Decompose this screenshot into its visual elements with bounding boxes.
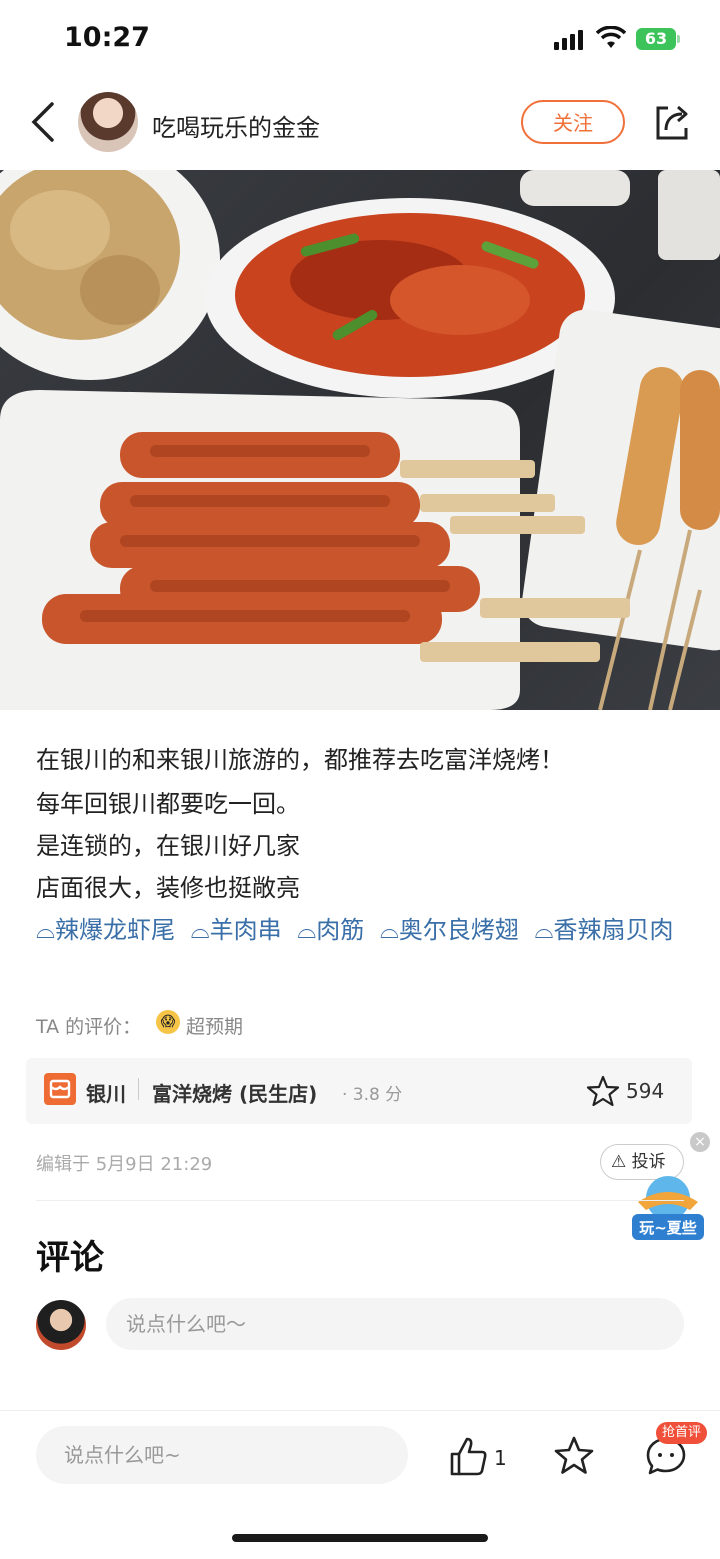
warning-icon: ⚠ [611,1152,627,1172]
signal-icon [554,30,583,50]
comment-input[interactable]: 说点什么吧～ [106,1298,684,1350]
tag-item[interactable]: ⌓羊肉串 [191,916,282,944]
report-label: 投诉 [631,1152,666,1172]
food-photo-illustration [0,170,720,710]
tag-icon: ⌓ [297,916,317,944]
tag-icon: ⌓ [190,916,210,944]
section-divider [36,1200,684,1201]
surprised-face-icon: 😱 [156,1010,180,1034]
tag-icon: ⌓ [379,916,399,944]
post-text-line: 在银川的和来银川旅游的，都推荐去吃富洋烧烤！ [36,746,564,774]
tag-icon: ⌓ [534,916,554,944]
wifi-icon [596,26,626,48]
rating-label: TA 的评价： [36,1016,142,1038]
tag-item[interactable]: ⌓肉筋 [297,916,364,944]
shop-name: 富洋烧烤 (民生店) [152,1082,318,1106]
star-icon[interactable] [586,1074,620,1108]
back-icon[interactable] [28,100,58,144]
like-count: 1 [494,1446,507,1470]
home-indicator [232,1534,488,1542]
shop-score: · 3.8 分 [342,1085,403,1105]
author-name[interactable]: 吃喝玩乐的金金 [152,108,320,143]
tag-list: ⌓辣爆龙虾尾 ⌓羊肉串 ⌓肉筋 ⌓奥尔良烤翅 ⌓香辣扇贝肉 [36,908,686,952]
shop-logo-icon [44,1073,76,1105]
tag-item[interactable]: ⌓辣爆龙虾尾 [36,916,175,944]
edit-time: 编辑于 5月9日 21:29 [36,1154,213,1175]
comments-title: 评论 [36,1238,104,1278]
shop-city: 银川 [86,1082,126,1106]
bottom-comment-input[interactable]: 说点什么吧~ [36,1426,408,1484]
summer-activity-badge[interactable]: 玩~夏些 [630,1172,706,1242]
rating-value: 超预期 [186,1016,244,1038]
tag-icon: ⌓ [36,916,55,944]
tag-item[interactable]: ⌓香辣扇贝肉 [535,916,674,944]
post-text-line: 店面很大，装修也挺敞亮 [36,874,300,902]
author-avatar[interactable] [78,92,138,152]
share-icon[interactable] [652,102,692,142]
svg-text:玩~夏些: 玩~夏些 [639,1219,697,1237]
favorite-count: 594 [626,1079,665,1103]
status-time: 10:27 [64,22,150,53]
favorite-star-icon[interactable] [552,1434,596,1478]
divider [138,1078,139,1100]
user-avatar [36,1300,86,1350]
post-photo[interactable] [0,170,720,710]
tag-item[interactable]: ⌓奥尔良烤翅 [380,916,519,944]
first-comment-badge: 抢首评 [656,1422,708,1444]
battery-tip [677,35,680,43]
follow-button[interactable]: 关注 [521,100,625,144]
post-text-line: 每年回银川都要吃一回。 [36,790,300,818]
like-icon[interactable] [446,1434,490,1478]
close-icon[interactable]: × [690,1132,710,1152]
battery-icon: 63 [636,28,676,50]
post-text-line: 是连锁的，在银川好几家 [36,832,300,860]
